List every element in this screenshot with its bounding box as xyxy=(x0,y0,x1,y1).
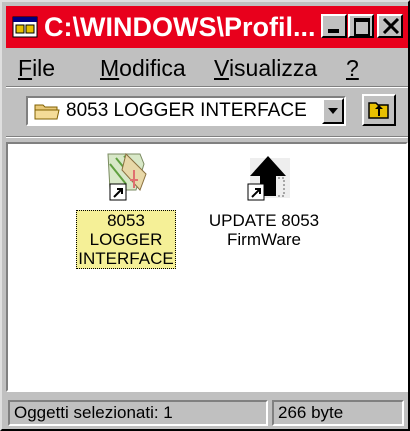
file-item-update[interactable]: UPDATE 8053 FirmWare xyxy=(204,150,324,250)
close-icon xyxy=(382,18,400,34)
address-combo[interactable]: 8053 LOGGER INTERFACE xyxy=(26,96,346,126)
menu-help[interactable]: ? xyxy=(346,54,359,82)
logger-shortcut-icon xyxy=(96,150,156,210)
close-button[interactable] xyxy=(377,14,403,38)
menu-file[interactable]: File xyxy=(18,54,55,82)
toolbar: 8053 LOGGER INTERFACE xyxy=(6,90,408,132)
folder-window-icon[interactable] xyxy=(12,14,38,40)
menu-visualizza[interactable]: Visualizza xyxy=(214,54,317,82)
update-shortcut-icon xyxy=(234,150,294,210)
open-folder-icon xyxy=(34,102,60,125)
file-item-label: UPDATE 8053 FirmWare xyxy=(208,211,320,249)
status-size: 266 byte xyxy=(272,400,404,426)
menu-modifica[interactable]: Modifica xyxy=(100,54,186,82)
status-bar: Oggetti selezionati: 1 266 byte xyxy=(6,398,408,428)
window-title: C:\WINDOWS\Profil... xyxy=(44,12,316,42)
maximize-button[interactable] xyxy=(348,14,374,38)
menu-separator xyxy=(6,86,408,88)
file-item-label: 8053 LOGGER INTERFACE xyxy=(76,210,176,269)
address-dropdown-button[interactable] xyxy=(322,98,344,124)
minimize-button[interactable] xyxy=(321,14,347,38)
title-bar[interactable]: C:\WINDOWS\Profil... xyxy=(6,6,408,48)
menu-bar: File Modifica Visualizza ? xyxy=(6,52,408,84)
up-one-level-button[interactable] xyxy=(362,94,396,126)
address-value: 8053 LOGGER INTERFACE xyxy=(66,100,307,121)
file-item-logger[interactable]: 8053 LOGGER INTERFACE xyxy=(70,150,182,269)
toolbar-separator xyxy=(6,136,408,138)
status-selected-count: Oggetti selezionati: 1 xyxy=(8,400,268,426)
up-one-level-icon xyxy=(368,102,389,119)
explorer-window: C:\WINDOWS\Profil... File Modifica Visua… xyxy=(0,0,410,431)
file-list-area[interactable]: 8053 LOGGER INTERFACE UPDATE 8053 FirmWa… xyxy=(6,142,408,392)
